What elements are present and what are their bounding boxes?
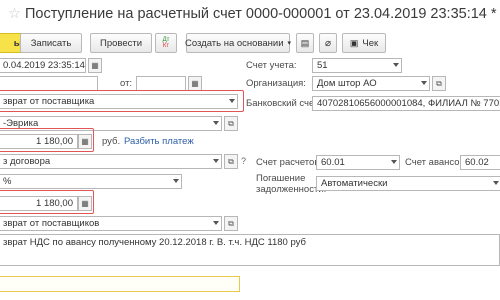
print-button[interactable]: ▤ (296, 33, 314, 53)
calendar-button[interactable]: ▦ (188, 76, 202, 91)
incoming-date-field[interactable] (136, 76, 186, 91)
vat-rate-select[interactable]: % (0, 174, 182, 189)
chevron-down-icon[interactable] (213, 159, 219, 163)
currency-label: руб. (102, 136, 121, 147)
split-payment-link[interactable]: Разбить платеж (124, 136, 194, 147)
cash-flow-item-field[interactable]: зврат от поставщиков (0, 216, 222, 231)
calendar-icon: ▦ (191, 79, 199, 88)
contract-field[interactable]: з договора (0, 154, 222, 169)
organization-field[interactable]: Дом штор АО (312, 76, 430, 91)
help-icon[interactable]: ? (241, 156, 246, 166)
check-button[interactable]: ▣ Чек (342, 33, 386, 53)
settlement-account-label: Счет расчетов: (256, 157, 323, 168)
dt-kt-icon: Дт Кт (162, 37, 170, 49)
account-field[interactable]: 51 (312, 58, 402, 73)
calculator-button[interactable]: ▦ (78, 196, 92, 211)
date-field[interactable]: 0.04.2019 23:35:14 (0, 58, 86, 73)
payment-purpose-field[interactable]: зврат НДС по авансу полученному 20.12.20… (0, 234, 500, 266)
open-button[interactable]: ⧉ (224, 116, 238, 131)
chevron-down-icon[interactable] (391, 160, 397, 164)
window-title: ☆ Поступление на расчетный счет 0000-0000… (8, 6, 497, 22)
calculator-button[interactable]: ▦ (78, 134, 92, 149)
chevron-down-icon[interactable] (493, 181, 499, 185)
create-based-on-button[interactable]: Создать на основании ▾ (185, 33, 292, 53)
star-icon[interactable]: ☆ (8, 6, 21, 22)
incoming-number-field[interactable] (0, 76, 98, 91)
bank-account-label: Банковский счет: (246, 98, 321, 109)
chevron-down-icon[interactable] (393, 63, 399, 67)
open-icon: ⧉ (228, 218, 234, 228)
receipt-icon: ▣ (349, 37, 359, 48)
paperclip-icon: ⌀ (324, 37, 332, 49)
bank-account-field[interactable]: 40702810656000001084, ФИЛИАЛ № 7701 БАНК… (312, 96, 500, 111)
open-button[interactable]: ⧉ (224, 154, 238, 169)
from-label: от: (120, 78, 133, 89)
calculator-icon: ▦ (81, 199, 89, 208)
comment-field[interactable] (0, 276, 240, 292)
print-icon: ▤ (300, 37, 310, 48)
amount-field[interactable]: 1 180,00 (0, 134, 78, 149)
advance-account-label: Счет авансов: (405, 157, 468, 168)
chevron-down-icon[interactable] (229, 99, 235, 103)
open-icon: ⧉ (228, 118, 234, 128)
vat-amount-field[interactable]: 1 180,00 (0, 196, 78, 211)
operation-select[interactable]: зврат от поставщика (0, 94, 238, 109)
calculator-icon: ▦ (81, 137, 89, 146)
open-button[interactable]: ⧉ (224, 216, 238, 231)
calendar-button[interactable]: ▦ (88, 58, 102, 73)
settlement-account-field[interactable]: 60.01 (316, 155, 400, 170)
chevron-down-icon[interactable] (173, 179, 179, 183)
chevron-down-icon: ▾ (287, 40, 292, 47)
calendar-icon: ▦ (91, 61, 99, 70)
debt-repayment-select[interactable]: Автоматически (316, 176, 500, 191)
chevron-down-icon[interactable] (213, 121, 219, 125)
open-icon: ⧉ (228, 156, 234, 166)
post-button[interactable]: Провести (90, 33, 152, 53)
chevron-down-icon[interactable] (213, 221, 219, 225)
chevron-down-icon[interactable] (421, 81, 427, 85)
open-icon: ⧉ (436, 78, 442, 88)
account-label: Счет учета: (246, 60, 297, 71)
organization-label: Организация: (246, 78, 306, 89)
save-button[interactable]: Записать (20, 33, 82, 53)
attach-button[interactable]: ⌀ (319, 33, 337, 53)
dt-kt-button[interactable]: Дт Кт (155, 33, 177, 53)
advance-account-field[interactable]: 60.02 (460, 155, 500, 170)
open-button[interactable]: ⧉ (432, 76, 446, 91)
